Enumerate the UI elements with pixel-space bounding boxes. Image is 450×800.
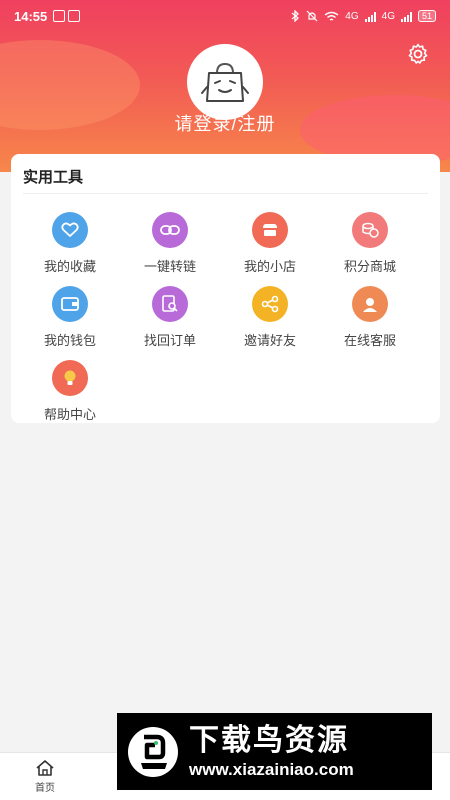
shopping-bag-mascot-icon <box>201 62 249 102</box>
tools-card: 实用工具 我的收藏 一键转链 我的小店 积分商城 我的钱包 找回订单 邀请好友 … <box>11 154 440 423</box>
wifi-icon <box>324 11 339 21</box>
network-type: 4G <box>345 10 359 22</box>
tool-points-mall[interactable]: 积分商城 <box>320 212 420 275</box>
tool-label: 积分商城 <box>343 259 396 274</box>
status-bar: 14:55 4G 4G 51 <box>0 0 450 32</box>
network-type: 4G <box>381 10 395 22</box>
tool-favorites[interactable]: 我的收藏 <box>20 212 120 275</box>
tool-label: 我的收藏 <box>43 259 96 274</box>
tool-recover-order[interactable]: 找回订单 <box>120 286 220 349</box>
tool-convert-link[interactable]: 一键转链 <box>120 212 220 275</box>
bluetooth-icon <box>291 10 300 22</box>
tool-label: 帮助中心 <box>43 407 96 422</box>
signal-icon <box>400 11 412 22</box>
bird-logo-icon <box>128 726 178 777</box>
battery-indicator: 51 <box>417 10 436 22</box>
tool-my-shop[interactable]: 我的小店 <box>220 212 320 275</box>
settings-gear-icon[interactable] <box>406 42 430 66</box>
tool-label: 找回订单 <box>143 333 196 348</box>
watermark-banner: 下载鸟资源 www.xiazainiao.com <box>117 713 432 790</box>
signal-icon <box>364 11 376 22</box>
section-title: 实用工具 <box>23 169 84 186</box>
tab-home[interactable]: 首页 <box>0 753 90 800</box>
watermark-url: www.xiazainiao.com <box>189 759 354 779</box>
coins-icon <box>352 212 388 248</box>
link-icon <box>152 212 188 248</box>
tool-online-service[interactable]: 在线客服 <box>320 286 420 349</box>
heart-icon <box>52 212 88 248</box>
notification-icon <box>68 10 81 22</box>
tool-label: 一键转链 <box>143 259 196 274</box>
tool-label: 在线客服 <box>343 333 396 348</box>
avatar[interactable] <box>187 44 263 120</box>
home-icon <box>36 760 54 776</box>
order-search-icon <box>152 286 188 322</box>
wallet-icon <box>52 286 88 322</box>
tool-label: 邀请好友 <box>243 333 296 348</box>
lightbulb-icon <box>52 360 88 396</box>
shop-icon <box>252 212 288 248</box>
tool-wallet[interactable]: 我的钱包 <box>20 286 120 349</box>
tool-invite-friends[interactable]: 邀请好友 <box>220 286 320 349</box>
tool-label: 我的小店 <box>243 259 296 274</box>
status-time: 14:55 <box>14 8 48 24</box>
watermark-title: 下载鸟资源 <box>189 723 349 757</box>
tab-label: 首页 <box>35 783 55 794</box>
mute-bell-icon <box>306 10 318 22</box>
notification-icon <box>53 10 66 22</box>
share-icon <box>252 286 288 322</box>
tool-help-center[interactable]: 帮助中心 <box>20 360 120 423</box>
login-register-link[interactable]: 请登录/注册 <box>0 110 450 136</box>
customer-service-icon <box>352 286 388 322</box>
divider <box>23 193 428 194</box>
tool-label: 我的钱包 <box>43 333 96 348</box>
